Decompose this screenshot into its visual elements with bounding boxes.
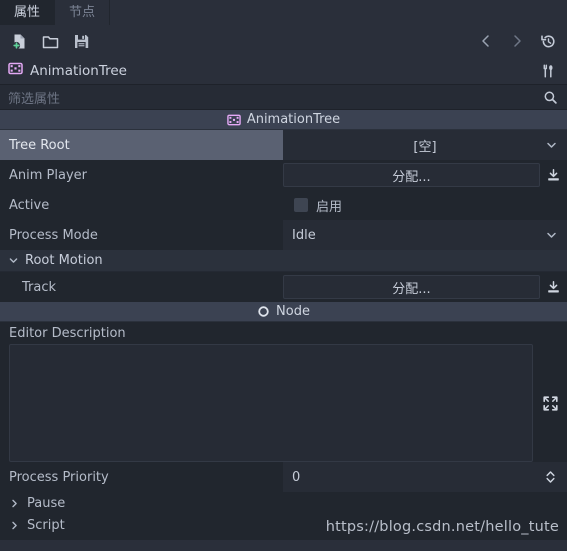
chevron-right-icon[interactable] <box>506 30 528 52</box>
group-root-motion-label: Root Motion <box>25 253 103 268</box>
animation-tree-icon <box>8 61 23 80</box>
property-label-anim-player: Anim Player <box>9 167 87 183</box>
anim-player-assign-label: 分配... <box>392 169 431 185</box>
property-row-tree-root[interactable]: Tree Root [空] <box>0 130 567 160</box>
editor-description-textarea[interactable] <box>9 344 533 462</box>
track-assign-wrap: 分配... <box>283 272 567 302</box>
process-priority-value: 0 <box>292 469 301 485</box>
property-label-process-priority: Process Priority <box>9 469 109 485</box>
inspector-toolbar <box>0 25 567 57</box>
property-label-tree-root: Tree Root <box>0 130 283 160</box>
property-row-process-mode[interactable]: Process Mode Idle <box>0 220 567 250</box>
group-root-motion[interactable]: Root Motion <box>0 250 567 272</box>
open-folder-icon[interactable] <box>39 30 61 52</box>
chevron-down-icon <box>545 139 558 152</box>
process-mode-value: Idle <box>292 227 316 243</box>
property-filter-bar[interactable]: 筛选属性 <box>0 84 567 110</box>
process-mode-dropdown[interactable]: Idle <box>283 220 567 250</box>
active-checkbox-label: 启用 <box>316 199 343 215</box>
chevron-left-icon[interactable] <box>475 30 497 52</box>
property-row-active[interactable]: Active 启用 <box>0 190 567 220</box>
category-animation-tree[interactable]: AnimationTree <box>0 110 567 130</box>
save-icon[interactable] <box>70 30 92 52</box>
foldout-pause[interactable]: Pause <box>0 492 567 514</box>
object-tools-icon[interactable] <box>537 60 559 82</box>
chevron-right-icon <box>9 520 20 531</box>
object-header: AnimationTree <box>0 57 567 84</box>
editor-description-wrap <box>0 344 567 462</box>
anim-player-assign-button[interactable]: 分配... <box>283 163 540 187</box>
property-label-process-mode: Process Mode <box>9 227 98 243</box>
load-icon[interactable] <box>540 168 567 183</box>
property-row-process-priority[interactable]: Process Priority 0 <box>0 462 567 492</box>
property-value-process-priority: 0 <box>283 462 567 492</box>
tab-node[interactable]: 节点 <box>55 0 111 25</box>
tab-bar-filler <box>110 0 567 25</box>
node-circle-icon <box>257 305 270 318</box>
new-file-icon[interactable] <box>8 30 30 52</box>
animation-tree-icon <box>227 113 241 127</box>
property-value-active: 启用 <box>283 190 567 220</box>
inspector-panel: 属性 节点 AnimationTree 筛选属性 AnimationTree T… <box>0 0 567 551</box>
chevron-down-icon <box>545 229 558 242</box>
foldout-script-label: Script <box>27 517 65 533</box>
toolbar-right-group <box>475 30 559 52</box>
property-label-active: Active <box>9 197 50 213</box>
property-label-track: Track <box>22 279 57 295</box>
property-value-anim-player: 分配... <box>283 160 567 190</box>
property-list: AnimationTree Tree Root [空] Anim Player <box>0 110 567 551</box>
toolbar-left-group <box>8 30 92 52</box>
process-priority-input[interactable]: 0 <box>283 462 567 492</box>
property-row-track[interactable]: Track 分配... <box>0 272 567 302</box>
property-label-editor-description: Editor Description <box>9 325 126 341</box>
tab-properties-label: 属性 <box>14 5 41 20</box>
tab-properties[interactable]: 属性 <box>0 0 56 25</box>
anim-player-assign-wrap: 分配... <box>283 160 567 190</box>
inspector-tab-bar: 属性 节点 <box>0 0 567 25</box>
tree-root-dropdown[interactable]: [空] <box>283 130 567 160</box>
track-assign-button[interactable]: 分配... <box>283 275 540 299</box>
category-animation-tree-label: AnimationTree <box>246 112 341 127</box>
chevron-right-icon <box>9 498 20 509</box>
load-icon[interactable] <box>540 280 567 295</box>
property-value-tree-root: [空] <box>283 130 567 160</box>
history-icon[interactable] <box>537 30 559 52</box>
tree-root-value: [空] <box>413 139 437 155</box>
foldout-pause-label: Pause <box>27 495 66 511</box>
track-assign-label: 分配... <box>392 281 431 297</box>
checkbox-box-icon <box>294 198 308 212</box>
expand-icon[interactable] <box>533 344 567 462</box>
property-value-track: 分配... <box>283 272 567 302</box>
object-header-right <box>537 60 559 82</box>
category-node[interactable]: Node <box>0 302 567 322</box>
foldout-script[interactable]: Script <box>0 514 567 536</box>
search-icon[interactable] <box>541 90 559 105</box>
property-row-anim-player[interactable]: Anim Player 分配... <box>0 160 567 190</box>
search-input[interactable]: 筛选属性 <box>8 88 541 107</box>
property-value-process-mode: Idle <box>283 220 567 250</box>
category-node-label: Node <box>276 304 310 319</box>
object-header-title: AnimationTree <box>30 62 127 79</box>
tab-node-label: 节点 <box>69 5 96 20</box>
updown-spinner-icon[interactable] <box>544 470 557 485</box>
bottom-strip <box>0 540 567 551</box>
chevron-down-icon <box>8 255 19 266</box>
active-checkbox[interactable]: 启用 <box>283 196 342 215</box>
